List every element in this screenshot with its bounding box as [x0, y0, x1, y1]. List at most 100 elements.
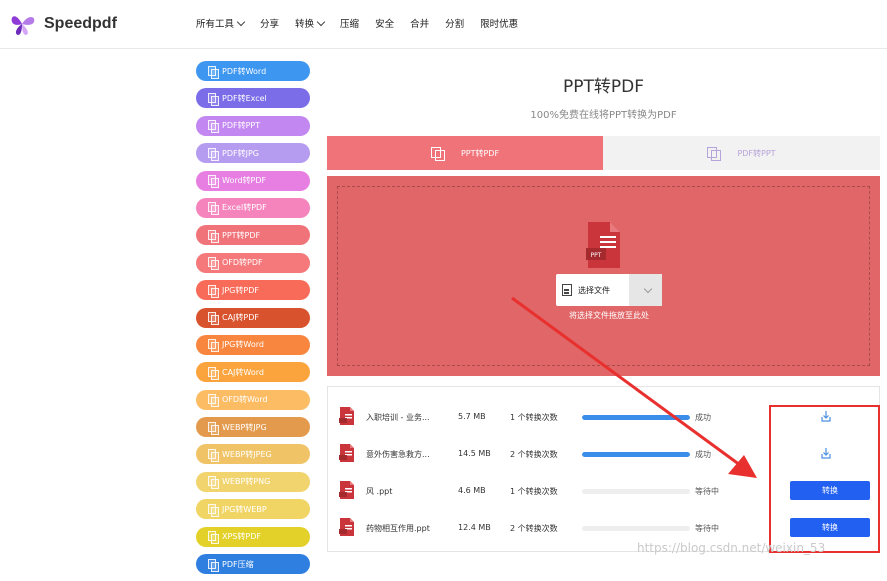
sidebar-item[interactable]: JPG转WEBP	[196, 499, 310, 520]
files-icon	[208, 339, 219, 353]
mode-tabs: PPT转PDF PDF转PPT	[327, 136, 880, 170]
file-size: 12.4 MB	[458, 523, 491, 532]
files-icon	[707, 146, 722, 161]
butterfly-logo-icon	[11, 16, 35, 35]
file-name: 药物相互作用.ppt	[366, 524, 430, 533]
files-icon	[208, 558, 219, 572]
conversion-count: 2 个转换次数	[510, 450, 558, 459]
choose-file-button[interactable]: 选择文件	[556, 274, 662, 306]
sidebar-item-label: PDF压缩	[222, 559, 254, 569]
nav-offer[interactable]: 限时优惠	[480, 16, 518, 30]
choose-file-dropdown[interactable]	[629, 274, 662, 306]
file-status: 成功	[695, 413, 711, 422]
tab-pdf-to-ppt[interactable]: PDF转PPT	[603, 136, 880, 170]
document-icon	[562, 284, 572, 296]
ppt-file-icon: PPT	[586, 222, 620, 268]
progress-bar	[582, 526, 690, 531]
sidebar-item-label: JPG转Word	[222, 340, 264, 350]
file-size: 5.7 MB	[458, 412, 486, 421]
logo[interactable]: Speedpdf	[8, 10, 117, 38]
files-icon	[208, 394, 219, 408]
files-icon	[208, 202, 219, 216]
page-title: PPT转PDF	[562, 77, 644, 97]
nav-label: 合并	[410, 19, 430, 30]
file-status: 等待中	[695, 524, 719, 533]
tab-label: PDF转PPT	[737, 148, 776, 158]
annotation-highlight-box	[769, 405, 880, 553]
choose-file-main[interactable]: 选择文件	[556, 274, 629, 306]
sidebar-item[interactable]: PPT转PDF	[196, 225, 310, 246]
page-subtitle: 100%免费在线将PPT转换为PDF	[530, 110, 677, 121]
files-icon	[208, 92, 219, 106]
nav-label: 安全	[375, 19, 395, 30]
sidebar-item[interactable]: OFD转PDF	[196, 252, 310, 273]
files-icon	[208, 284, 219, 298]
sidebar-item-label: OFD转PDF	[222, 258, 263, 268]
sidebar-item[interactable]: Excel转PDF	[196, 197, 310, 218]
nav-share[interactable]: 分享	[260, 16, 279, 30]
main-nav: 所有工具 分享 转换 压缩 安全 合并 分割 限时优惠	[196, 16, 534, 30]
sidebar-item-label: CAJ转Word	[222, 367, 264, 377]
sidebar-item-label: JPG转PDF	[222, 285, 259, 295]
nav-label: 转换	[295, 19, 315, 30]
sidebar-item-label: OFD转Word	[222, 395, 268, 405]
conversion-count: 2 个转换次数	[510, 524, 558, 533]
sidebar-item[interactable]: WEBP转JPEG	[196, 444, 310, 465]
files-icon	[208, 312, 219, 326]
ppt-file-icon	[339, 407, 354, 425]
chevron-down-icon	[236, 17, 246, 26]
drop-hint: 将选择文件拖放至此处	[569, 311, 649, 320]
sidebar-item[interactable]: CAJ转Word	[196, 362, 310, 383]
sidebar-item-label: WEBP转JPG	[222, 422, 267, 432]
files-icon	[208, 65, 219, 79]
nav-all-tools[interactable]: 所有工具	[196, 16, 246, 30]
watermark: https://blog.csdn.net/weixin_53	[637, 541, 826, 555]
file-status: 成功	[695, 450, 711, 459]
files-icon	[208, 229, 219, 243]
sidebar-item-label: PDF转JPG	[222, 148, 259, 158]
sidebar-item[interactable]: Word转PDF	[196, 170, 310, 191]
sidebar-item-label: XPS转PDF	[222, 532, 261, 542]
file-size: 14.5 MB	[458, 449, 491, 458]
nav-security[interactable]: 安全	[375, 16, 394, 30]
files-icon	[208, 503, 219, 517]
sidebar-item[interactable]: XPS转PDF	[196, 526, 310, 547]
nav-merge[interactable]: 合并	[410, 16, 429, 30]
ppt-file-icon	[339, 481, 354, 499]
conversion-count: 1 个转换次数	[510, 487, 558, 496]
ppt-file-icon	[339, 518, 354, 536]
sidebar-item[interactable]: WEBP转PNG	[196, 471, 310, 492]
sidebar-item[interactable]: JPG转PDF	[196, 280, 310, 301]
sidebar-item[interactable]: WEBP转JPG	[196, 417, 310, 438]
sidebar-item-label: JPG转WEBP	[222, 504, 267, 514]
tab-label: PPT转PDF	[460, 148, 500, 158]
sidebar-item[interactable]: OFD转Word	[196, 389, 310, 410]
progress-fill	[582, 415, 690, 420]
file-size: 4.6 MB	[458, 486, 486, 495]
sidebar-item[interactable]: PDF转Word	[196, 61, 310, 81]
files-icon	[208, 448, 219, 462]
nav-compress[interactable]: 压缩	[340, 16, 359, 30]
sidebar-item[interactable]: CAJ转PDF	[196, 307, 310, 328]
progress-bar	[582, 452, 690, 457]
sidebar-item-label: Word转PDF	[222, 176, 267, 186]
nav-label: 分享	[260, 19, 280, 30]
tab-ppt-to-pdf[interactable]: PPT转PDF	[327, 136, 603, 170]
files-icon	[208, 175, 219, 189]
ppt-icon-label: PPT	[591, 252, 602, 259]
top-header: Speedpdf 所有工具 分享 转换 压缩 安全 合并 分割 限时优惠	[0, 0, 887, 49]
sidebar-item[interactable]: PDF压缩	[196, 554, 310, 575]
sidebar-item[interactable]: PDF转JPG	[196, 143, 310, 164]
nav-split[interactable]: 分割	[445, 16, 464, 30]
sidebar-item[interactable]: PDF转PPT	[196, 115, 310, 136]
sidebar-item[interactable]: JPG转Word	[196, 334, 310, 355]
sidebar-item-label: Excel转PDF	[222, 203, 267, 213]
files-icon	[208, 421, 219, 435]
sidebar-item[interactable]: PDF转Excel	[196, 88, 310, 109]
file-name: 意外伤害急救方...	[366, 450, 430, 459]
tool-sidebar: PDF转Word PDF转Excel PDF转PPT PDF转JPG Word转PDF E…	[196, 61, 310, 581]
nav-convert[interactable]: 转换	[295, 16, 326, 30]
sidebar-item-label: PDF转Word	[222, 66, 267, 76]
progress-bar	[582, 489, 690, 494]
chevron-down-icon	[316, 17, 326, 26]
